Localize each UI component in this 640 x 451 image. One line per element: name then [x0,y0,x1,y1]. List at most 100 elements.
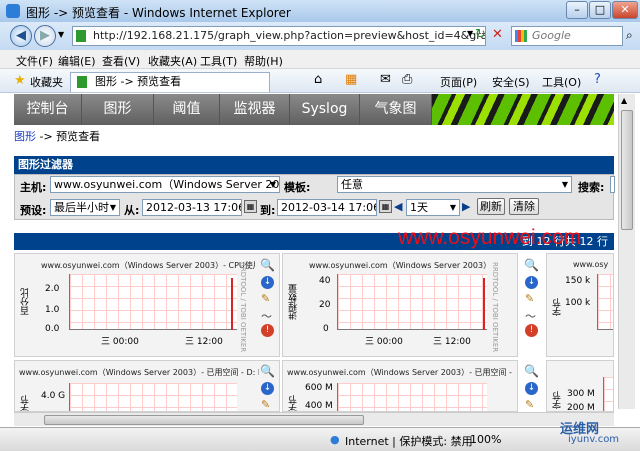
tab-thresholds[interactable]: 阈值 [154,94,220,125]
menu-help[interactable]: 帮助(H) [244,53,283,69]
tab-syslog[interactable]: Syslog [290,94,360,125]
cacti-logo-graphic [432,94,614,125]
feeds-icon[interactable]: ▦ [345,72,357,87]
download-icon[interactable]: ↓ [525,382,538,395]
scroll-up-icon[interactable]: ▲ [621,96,627,105]
graph-cell: www.osy 字节 150 k 100 k [546,253,614,357]
graph-plot[interactable] [69,383,237,411]
zoom-icon[interactable]: 🔍 [524,258,539,272]
zoom-icon[interactable]: 🔍 [524,364,539,378]
download-icon[interactable]: ↓ [525,276,538,289]
graph-plot[interactable] [603,377,613,411]
to-calendar-icon[interactable]: ▦ [379,200,392,213]
zoom-level[interactable]: 100% [470,433,501,446]
template-select[interactable]: 任意 ▼ [337,176,572,193]
favorites-star-icon[interactable]: ★ [14,73,26,88]
trend-icon[interactable]: 〜 [261,308,272,324]
graph-ytick: 300 M [567,389,595,399]
menu-file[interactable]: 文件(F) [16,53,53,69]
tab-weathermap[interactable]: 气象图 [360,94,432,125]
watermark-text: www.osyunwei.com [398,226,582,249]
tab-console[interactable]: 控制台 [14,94,82,125]
graph-cell: 字节 300 M 200 M [546,360,614,412]
refresh-icon[interactable]: ↻ [475,27,486,42]
from-date-input[interactable]: 2012-03-13 17:06 [142,199,242,216]
timespan-select[interactable]: 1天 ▼ [406,199,460,216]
search-icon[interactable]: ⌕ [626,28,633,43]
graph-actions: 🔍 ↓ ✎ 〜 ! [258,258,280,340]
alert-icon[interactable]: ! [261,324,274,337]
shift-left-icon[interactable]: ◀ [394,200,402,213]
horizontal-scrollbar[interactable] [14,412,614,426]
status-bar: ● Internet | 保护模式: 禁用 100% 运维网 iyunv.com [0,422,640,451]
address-input[interactable]: http://192.168.21.175/graph_view.php?act… [72,26,486,46]
favorites-button[interactable]: 收藏夹 [30,74,63,90]
help-icon[interactable]: ? [594,72,601,87]
tab-monitor[interactable]: 监视器 [220,94,290,125]
stop-icon[interactable]: ✕ [492,27,503,42]
to-date-input[interactable]: 2012-03-14 17:06 [277,199,377,216]
clear-button[interactable]: 清除 [509,198,539,215]
history-dropdown-icon[interactable]: ▼ [58,30,64,39]
back-button[interactable]: ◀ [10,25,32,47]
download-icon[interactable]: ↓ [261,382,274,395]
horizontal-scroll-thumb[interactable] [44,415,364,425]
graph-plot[interactable] [337,383,487,411]
forward-button[interactable]: ▶ [34,25,56,47]
menu-favorites[interactable]: 收藏夹(A) [148,53,197,69]
page-icon [76,30,86,42]
search-input[interactable]: Google [511,26,623,46]
from-calendar-icon[interactable]: ▦ [244,200,257,213]
vertical-scrollbar[interactable]: ▲ [618,94,635,409]
graph-ylabel: 百分比 [21,288,31,315]
address-dropdown-icon[interactable]: ▼ [467,29,473,38]
zoom-icon[interactable]: 🔍 [260,364,275,378]
graph-plot[interactable] [597,274,613,330]
mail-icon[interactable]: ✉ [380,72,391,87]
graph-plot[interactable] [69,274,237,330]
minimize-button[interactable]: – [566,1,588,19]
graph-cell: www.osyunwei.com（Windows Server 2003）- C… [14,253,280,357]
close-window-button[interactable]: ✕ [612,1,638,19]
print-icon[interactable]: ⎙ [402,72,412,87]
filter-header: 图形过滤器 [14,156,614,174]
alert-icon[interactable]: ! [525,324,538,337]
search-label: 搜索: [578,181,605,194]
tab-graphs[interactable]: 图形 [82,94,154,125]
graph-title: www.osyunwei.com（Windows Server 2003）- 进… [309,261,489,270]
tools-menu[interactable]: 工具(O) [542,74,581,90]
wrench-icon[interactable]: ✎ [261,292,270,305]
vertical-scroll-thumb[interactable] [621,110,633,230]
graph-cell: www.osyunwei.com（Windows Server 2003）- 已… [14,360,280,412]
refresh-button[interactable]: 刷新 [477,198,505,215]
graph-plot[interactable] [337,274,487,330]
shift-right-icon[interactable]: ▶ [462,200,470,213]
graph-actions: 🔍 ↓ ✎ 〜 ! [522,258,544,340]
wrench-icon[interactable]: ✎ [525,292,534,305]
graph-actions: 🔍 ↓ ✎ [258,364,280,410]
menu-tools[interactable]: 工具(T) [200,53,237,69]
chevron-down-icon: ▼ [269,180,276,189]
safety-menu[interactable]: 安全(S) [492,74,530,90]
trend-icon[interactable]: 〜 [525,308,536,324]
graph-cell: www.osyunwei.com（Windows Server 2003）- 进… [282,253,518,357]
browser-tab[interactable]: 图形 -> 预览查看 [70,72,270,92]
page-menu[interactable]: 页面(P) [440,74,477,90]
breadcrumb-graphs-link[interactable]: 图形 [14,130,36,143]
graph-ylabel: 字节 [553,391,563,409]
graph-xtick: 三 12:00 [433,337,471,347]
search-field[interactable] [610,176,615,193]
home-icon[interactable]: ⌂ [314,72,322,87]
wrench-icon[interactable]: ✎ [525,398,534,410]
download-icon[interactable]: ↓ [261,276,274,289]
status-zone: Internet | 保护模式: 禁用 [345,435,473,448]
wrench-icon[interactable]: ✎ [261,398,270,410]
menu-edit[interactable]: 编辑(E) [58,53,96,69]
zoom-icon[interactable]: 🔍 [260,258,275,272]
menu-view[interactable]: 查看(V) [102,53,140,69]
tab-page-icon [77,76,87,88]
preset-select[interactable]: 最后半小时 ▼ [50,199,120,216]
maximize-button[interactable]: □ [589,1,611,19]
host-select[interactable]: www.osyunwei.com（Windows Server 2003） ▼ [50,176,280,193]
graph-ytick: 2.0 [45,284,60,294]
